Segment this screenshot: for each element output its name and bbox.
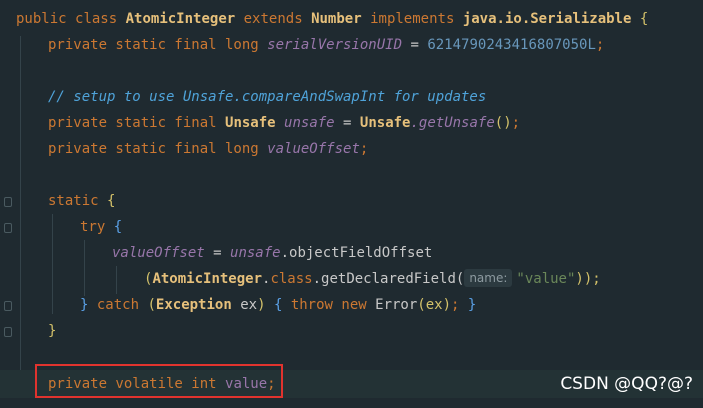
code-line-unsafe[interactable]: private static final Unsafe unsafe = Uns… xyxy=(48,110,520,136)
indent-guide xyxy=(52,214,53,314)
watermark: CSDN @QQ?@? xyxy=(560,374,693,394)
indent-guide xyxy=(116,266,117,294)
interface-name: java.io.Serializable xyxy=(462,11,632,27)
code-line-serial[interactable]: private static final long serialVersionU… xyxy=(48,32,604,58)
code-line-static-block[interactable]: static { xyxy=(48,188,115,214)
fold-icon[interactable] xyxy=(4,301,12,311)
fold-icon[interactable] xyxy=(4,327,12,337)
code-line-getdeclaredfield[interactable]: (AtomicInteger.class.getDeclaredField(na… xyxy=(144,266,601,292)
paren: )); xyxy=(575,271,601,287)
field-name: valueOffset xyxy=(112,245,205,261)
modifiers: private static final xyxy=(48,115,217,131)
field-name: unsafe xyxy=(284,115,335,131)
operator: = xyxy=(402,37,428,53)
code-line-class-decl[interactable]: public class AtomicInteger extends Numbe… xyxy=(16,6,648,32)
code-line-close-static[interactable]: } xyxy=(48,318,56,344)
code-line-assign[interactable]: valueOffset = unsafe.objectFieldOffset xyxy=(112,240,432,266)
operator: = xyxy=(204,245,231,261)
keyword: class xyxy=(270,271,313,287)
keyword: new xyxy=(341,297,367,313)
keyword: try xyxy=(80,219,106,235)
args: (ex) xyxy=(417,297,452,313)
code-line-valueoffset-decl[interactable]: private static final long valueOffset; xyxy=(48,136,368,162)
string-literal: "value" xyxy=(516,271,576,287)
type-name: Exception xyxy=(155,297,232,313)
type-name: Unsafe xyxy=(225,115,276,131)
method-call: .getDeclaredField( xyxy=(312,271,465,287)
method-call: .objectFieldOffset xyxy=(280,245,433,261)
brace: } xyxy=(48,323,57,339)
keyword: implements xyxy=(370,11,455,27)
class-ref: Unsafe xyxy=(359,115,411,131)
parent-class: Number xyxy=(311,11,362,27)
operator: = xyxy=(334,115,360,131)
fold-icon[interactable] xyxy=(4,223,12,233)
class-name: AtomicInteger xyxy=(125,11,236,27)
field-name: serialVersionUID xyxy=(267,37,403,53)
fold-icon[interactable] xyxy=(4,197,12,207)
keyword: catch xyxy=(96,297,140,313)
brace: } xyxy=(80,297,89,313)
class-ref: Error xyxy=(375,297,418,313)
keyword: class xyxy=(75,11,118,27)
semicolon: ; xyxy=(359,141,369,157)
comment: // setup to use Unsafe.compareAndSwapInt… xyxy=(48,89,487,105)
highlight-box xyxy=(35,364,283,398)
paren: ( xyxy=(147,297,156,313)
indent-guide xyxy=(84,240,85,296)
modifiers: private static final long xyxy=(48,141,259,157)
keyword: static xyxy=(48,193,99,209)
keyword: public xyxy=(16,11,67,27)
code-line-catch[interactable]: } catch (Exception ex) { throw new Error… xyxy=(80,292,476,318)
variable: ex xyxy=(240,297,258,313)
code-line-try[interactable]: try { xyxy=(80,214,122,240)
keyword: extends xyxy=(243,11,303,27)
semicolon: ; xyxy=(511,115,521,131)
modifiers: private static final long xyxy=(48,37,259,53)
class-ref: AtomicInteger xyxy=(152,271,263,287)
brace: { xyxy=(107,193,116,209)
brace: { xyxy=(639,11,649,27)
semicolon: ; xyxy=(595,37,605,53)
paren: ) xyxy=(257,297,266,313)
semicolon: ; xyxy=(451,297,460,313)
brace: } xyxy=(467,297,477,313)
indent-guide xyxy=(20,36,21,372)
object-ref: unsafe xyxy=(230,245,281,261)
brace: { xyxy=(273,297,283,313)
parameter-hint: name: xyxy=(464,269,513,287)
code-line-comment[interactable]: // setup to use Unsafe.compareAndSwapInt… xyxy=(48,84,486,110)
keyword: throw xyxy=(290,297,333,313)
brace: { xyxy=(113,219,123,235)
method-call: .getUnsafe xyxy=(410,115,495,131)
parens: () xyxy=(494,115,512,131)
field-name: valueOffset xyxy=(267,141,360,157)
code-editor[interactable]: public class AtomicInteger extends Numbe… xyxy=(0,0,703,408)
number-literal: 6214790243416807050L xyxy=(427,37,596,53)
